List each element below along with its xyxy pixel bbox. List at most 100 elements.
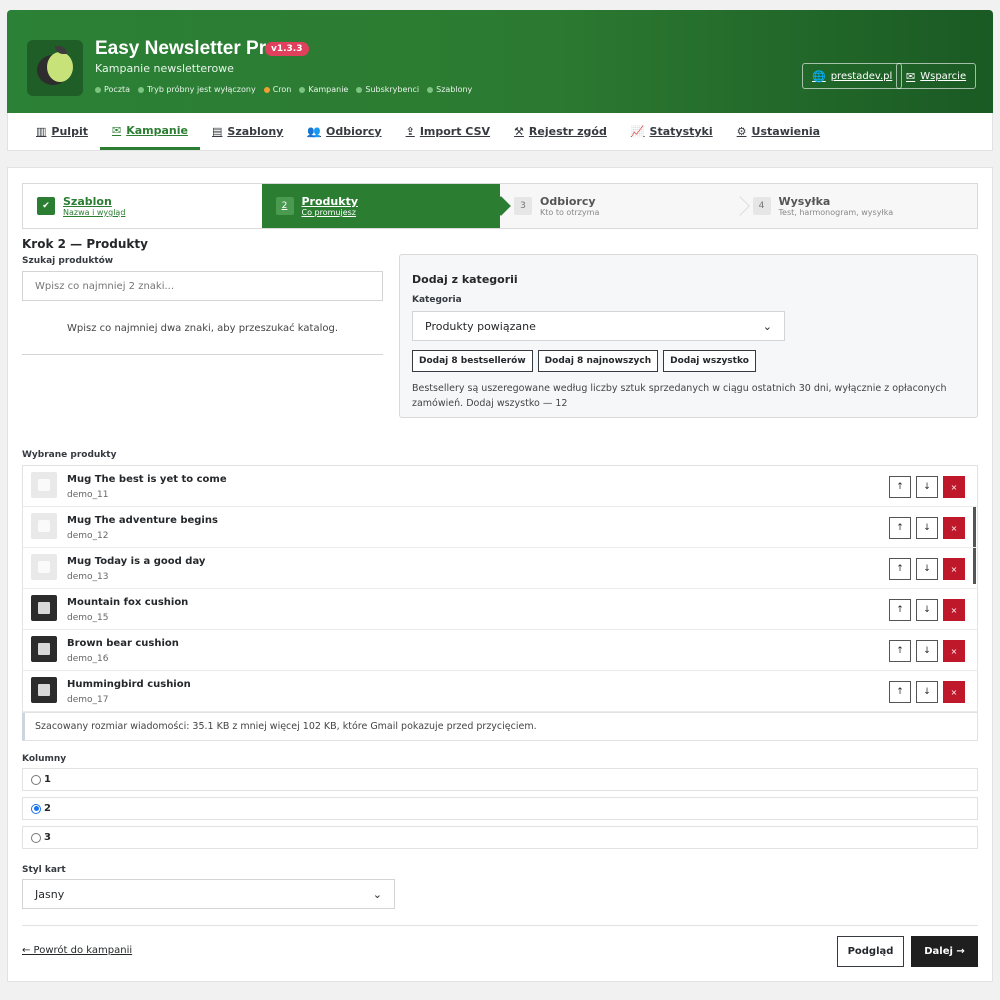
move-up-button[interactable]: ↑	[889, 599, 911, 621]
check-icon: ✔	[37, 197, 55, 215]
gavel-icon: ⚒	[514, 125, 524, 138]
divider	[22, 925, 978, 926]
product-reference: demo_13	[67, 572, 109, 582]
nav-pulpit[interactable]: ▥ Pulpit	[24, 113, 100, 150]
preview-button[interactable]: Podgląd	[837, 936, 904, 967]
product-search-input[interactable]	[22, 271, 383, 301]
remove-product-button[interactable]: ×	[943, 558, 965, 580]
cushion-image-icon	[38, 602, 50, 614]
move-up-button[interactable]: ↑	[889, 681, 911, 703]
status-dot-icon	[299, 86, 306, 93]
add-bestsellers-button[interactable]: Dodaj 8 bestsellerów	[412, 350, 533, 372]
product-thumbnail	[31, 677, 57, 703]
nav-odbiorcy[interactable]: 👥 Odbiorcy	[295, 113, 393, 150]
status-dot-icon	[138, 86, 145, 93]
product-actions: ↑ ↓ ×	[889, 517, 965, 539]
step-szablon[interactable]: ✔ Szablon Nazwa i wygląd	[23, 184, 262, 228]
app-subtitle: Kampanie newsletterowe	[95, 62, 234, 75]
size-note: Szacowany rozmiar wiadomości: 35.1 KB z …	[22, 713, 978, 741]
app-title: Easy Newsletter Pro	[95, 38, 278, 59]
file-icon: ▤	[211, 125, 223, 138]
nav-rejestr-zgod[interactable]: ⚒ Rejestr zgód	[502, 113, 619, 150]
category-select[interactable]: Produkty powiązane ⌄	[412, 311, 785, 341]
status-campaigns: Kampanie	[299, 85, 348, 94]
users-icon: 👥	[307, 125, 322, 138]
next-button[interactable]: Dalej →	[911, 936, 978, 967]
category-label: Kategoria	[412, 295, 462, 305]
status-templates: Szablony	[427, 85, 472, 94]
app-header: Easy Newsletter Pro v1.3.3 Kampanie news…	[7, 10, 993, 113]
product-reference: demo_15	[67, 613, 109, 623]
radio-icon[interactable]	[31, 774, 41, 785]
move-up-button[interactable]: ↑	[889, 640, 911, 662]
support-link[interactable]: ✉ Wsparcie	[896, 63, 977, 89]
add-all-button[interactable]: Dodaj wszystko	[663, 350, 756, 372]
product-thumbnail	[31, 472, 57, 498]
product-actions: ↑ ↓ ×	[889, 599, 965, 621]
product-thumbnail	[31, 554, 57, 580]
remove-product-button[interactable]: ×	[943, 599, 965, 621]
move-up-button[interactable]: ↑	[889, 476, 911, 498]
move-down-button[interactable]: ↓	[916, 599, 938, 621]
main-panel: ✔ Szablon Nazwa i wygląd 2 Produkty Co p…	[7, 167, 993, 982]
radio-icon[interactable]	[31, 803, 41, 814]
back-to-campaigns-link[interactable]: ← Powrót do kampanii	[22, 945, 132, 956]
move-down-button[interactable]: ↓	[916, 517, 938, 539]
nav-kampanie[interactable]: ✉ Kampanie	[99, 113, 200, 150]
globe-icon: 🌐	[812, 69, 826, 83]
move-down-button[interactable]: ↓	[916, 558, 938, 580]
upload-icon: ⇪	[405, 125, 415, 138]
envelope-icon: ✉	[906, 69, 916, 83]
step-produkty[interactable]: 2 Produkty Co promujesz	[261, 184, 511, 228]
move-up-button[interactable]: ↑	[889, 558, 911, 580]
move-up-button[interactable]: ↑	[889, 517, 911, 539]
nav-statystyki[interactable]: 📈 Statystyki	[619, 113, 725, 150]
status-dot-icon	[95, 86, 101, 93]
main-nav: ▥ Pulpit ✉ Kampanie ▤ Szablony 👥 Odbiorcy ⇪ I…	[7, 113, 993, 151]
product-actions: ↑ ↓ ×	[889, 476, 965, 498]
chart-bar-icon: ▥	[36, 125, 47, 138]
prestadev-link[interactable]: 🌐 prestadev.pl	[802, 63, 903, 89]
product-actions: ↑ ↓ ×	[889, 558, 965, 580]
remove-product-button[interactable]: ×	[943, 681, 965, 703]
selected-products-label: Wybrane produkty	[22, 450, 117, 460]
line-chart-icon: 📈	[630, 125, 645, 138]
cogs-icon: ⚙	[736, 125, 747, 138]
columns-option-1[interactable]: 1	[22, 768, 978, 791]
move-down-button[interactable]: ↓	[916, 640, 938, 662]
columns-option-2[interactable]: 2	[22, 797, 978, 820]
product-row: Mountain fox cushion demo_15 ↑ ↓ ×	[23, 589, 977, 630]
remove-product-button[interactable]: ×	[943, 476, 965, 498]
nav-import-csv[interactable]: ⇪ Import CSV	[394, 113, 502, 150]
card-style-select[interactable]: Jasny ⌄	[22, 879, 395, 909]
add-newest-button[interactable]: Dodaj 8 najnowszych	[537, 350, 659, 372]
step-heading: Krok 2 — Produkty	[22, 237, 148, 251]
product-row: Hummingbird cushion demo_17 ↑ ↓ ×	[23, 671, 977, 712]
move-down-button[interactable]: ↓	[916, 476, 938, 498]
columns-option-3[interactable]: 3	[22, 826, 978, 849]
product-actions: ↑ ↓ ×	[889, 640, 965, 662]
cushion-image-icon	[38, 684, 50, 696]
nav-ustawienia[interactable]: ⚙ Ustawienia	[725, 113, 832, 150]
remove-product-button[interactable]: ×	[943, 517, 965, 539]
version-badge: v1.3.3	[265, 42, 309, 56]
product-name: Mountain fox cushion	[67, 597, 189, 608]
product-reference: demo_17	[67, 695, 109, 705]
product-thumbnail	[31, 513, 57, 539]
product-actions: ↑ ↓ ×	[889, 681, 965, 703]
radio-icon[interactable]	[31, 832, 41, 843]
product-row: Mug Today is a good day demo_13 ↑ ↓ ×	[23, 548, 977, 589]
product-thumbnail	[31, 595, 57, 621]
product-reference: demo_11	[67, 490, 109, 500]
product-name: Brown bear cushion	[67, 638, 179, 649]
remove-product-button[interactable]: ×	[943, 640, 965, 662]
move-down-button[interactable]: ↓	[916, 681, 938, 703]
app-logo	[27, 40, 83, 96]
selected-products-list: Mug The best is yet to come demo_11 ↑ ↓ × Mug…	[22, 465, 978, 713]
chevron-down-icon: ⌄	[372, 887, 382, 901]
status-subscribers: Subskrybenci	[356, 85, 419, 94]
step-odbiorcy: 3 Odbiorcy Kto to otrzyma	[500, 184, 750, 228]
nav-szablony[interactable]: ▤ Szablony	[200, 113, 295, 150]
status-row: Poczta Tryb próbny jest wyłączony Cron K…	[95, 85, 472, 94]
search-label: Szukaj produktów	[22, 256, 114, 266]
